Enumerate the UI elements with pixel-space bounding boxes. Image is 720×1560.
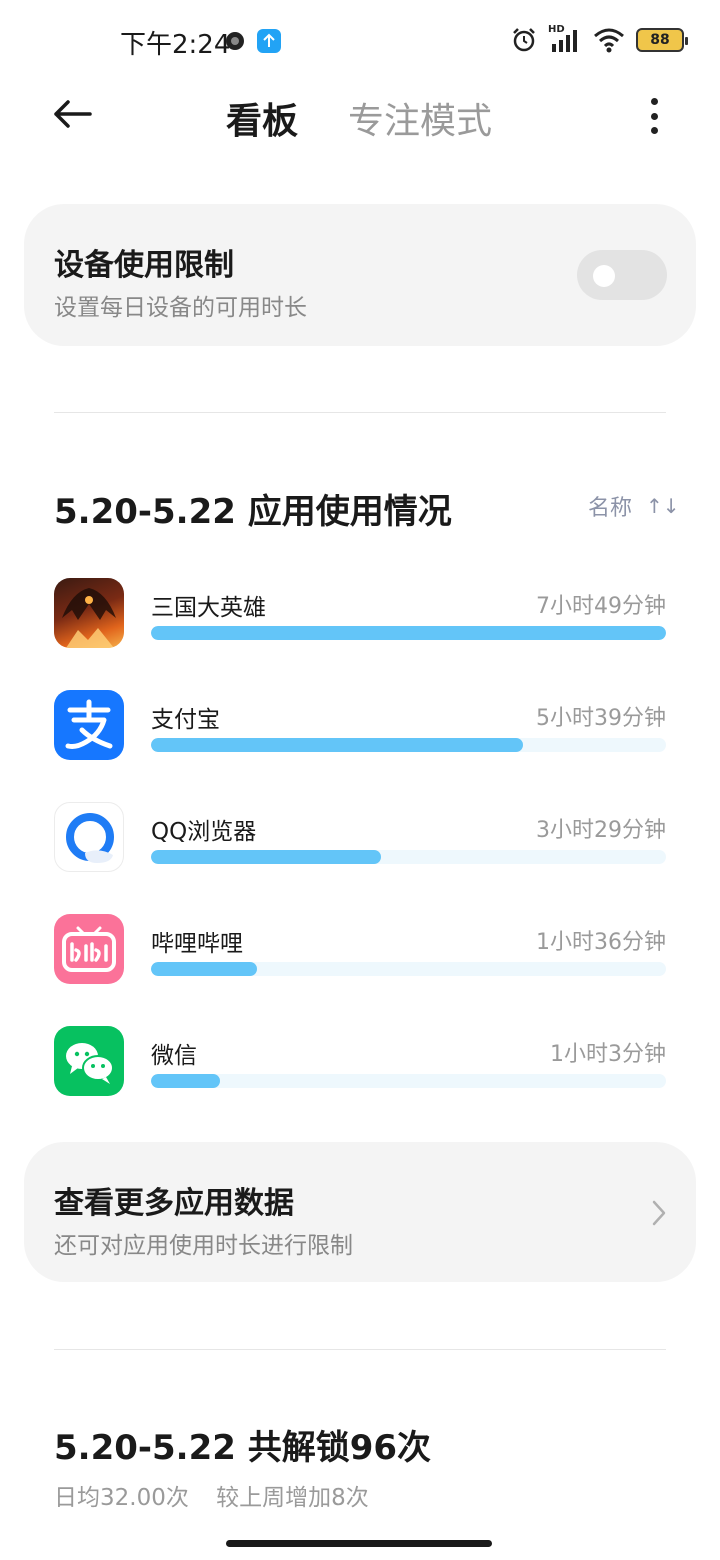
divider	[54, 412, 666, 413]
more-app-data-title: 查看更多应用数据	[54, 1186, 294, 1221]
more-app-data-card[interactable]: 查看更多应用数据 还可对应用使用时长进行限制	[24, 1142, 696, 1282]
sort-icon: ↑↓	[646, 494, 680, 518]
app-name: QQ浏览器	[151, 819, 257, 845]
status-time: 下午2:24	[120, 30, 231, 60]
header: 看板 专注模式	[0, 80, 720, 150]
usage-bar-fill	[151, 738, 524, 752]
device-limit-title: 设备使用限制	[54, 248, 234, 283]
usage-section-title: 5.20-5.22 应用使用情况	[54, 492, 452, 532]
app-usage-time: 1小时36分钟	[536, 930, 666, 955]
qq-browser-icon	[54, 802, 124, 872]
notification-dot-icon	[226, 32, 244, 50]
app-usage-time: 7小时49分钟	[536, 594, 666, 619]
chevron-right-icon	[652, 1200, 666, 1226]
app-row[interactable]: 支付宝 5小时39分钟	[54, 690, 666, 762]
app-row[interactable]: QQ浏览器 3小时29分钟	[54, 802, 666, 874]
app-name: 三国大英雄	[151, 595, 266, 621]
bilibili-icon	[54, 914, 124, 984]
divider	[54, 1349, 666, 1350]
more-dot-icon	[650, 127, 658, 134]
unlock-stats: 日均32.00次 较上周增加8次	[54, 1478, 389, 1512]
tab-focus-mode[interactable]: 专注模式	[348, 92, 492, 144]
unlock-daily-average: 日均32.00次	[54, 1485, 189, 1511]
tab-dashboard[interactable]: 看板	[226, 92, 298, 144]
usage-bar-track	[151, 1074, 666, 1088]
more-options-button[interactable]	[640, 96, 668, 136]
usage-bar-track	[151, 626, 666, 640]
usage-bar-fill	[151, 850, 381, 864]
device-limit-toggle[interactable]	[577, 250, 667, 300]
app-usage-time: 1小时3分钟	[550, 1042, 666, 1067]
app-name: 哔哩哔哩	[151, 931, 243, 957]
battery-indicator: 88	[636, 28, 688, 52]
usage-bar-track	[151, 738, 666, 752]
status-bar: 下午2:24 HD 88	[0, 0, 720, 80]
app-row[interactable]: 哔哩哔哩 1小时36分钟	[54, 914, 666, 986]
usage-bar-fill	[151, 962, 257, 976]
more-dot-icon	[650, 112, 658, 120]
sort-button[interactable]: 名称 ↑↓	[588, 490, 680, 522]
unlock-weekly-compare: 较上周增加8次	[216, 1485, 369, 1511]
alipay-icon	[54, 690, 124, 760]
app-usage-time: 3小时29分钟	[536, 818, 666, 843]
status-icons: HD 88	[510, 24, 688, 54]
game-icon	[54, 578, 124, 648]
usage-bar-fill	[151, 626, 666, 640]
wifi-icon	[594, 28, 624, 53]
back-arrow-icon	[54, 100, 92, 128]
more-dot-icon	[650, 98, 658, 105]
device-limit-card[interactable]: 设备使用限制 设置每日设备的可用时长	[24, 204, 696, 346]
usage-bar-fill	[151, 1074, 220, 1088]
toggle-knob	[593, 265, 615, 287]
more-app-data-subtitle: 还可对应用使用时长进行限制	[54, 1233, 353, 1259]
device-limit-subtitle: 设置每日设备的可用时长	[54, 295, 307, 321]
alarm-icon	[513, 28, 535, 52]
back-button[interactable]	[50, 94, 96, 134]
app-usage-time: 5小时39分钟	[536, 706, 666, 731]
home-indicator[interactable]	[226, 1540, 492, 1547]
usage-bar-track	[151, 962, 666, 976]
app-row[interactable]: 微信 1小时3分钟	[54, 1026, 666, 1098]
screen: 下午2:24 HD 88 看板 专注模式 设备使用限制 设置每日设备的可用时长 …	[0, 0, 720, 1560]
signal-icon: HD	[548, 24, 582, 54]
app-name: 微信	[151, 1043, 197, 1069]
app-name: 支付宝	[151, 707, 220, 733]
wechat-icon	[54, 1026, 124, 1096]
usage-bar-track	[151, 850, 666, 864]
sort-label: 名称	[588, 496, 633, 521]
unlock-count-title: 5.20-5.22 共解锁96次	[54, 1428, 432, 1468]
app-row[interactable]: 三国大英雄 7小时49分钟	[54, 578, 666, 650]
upload-notification-icon	[257, 29, 281, 53]
